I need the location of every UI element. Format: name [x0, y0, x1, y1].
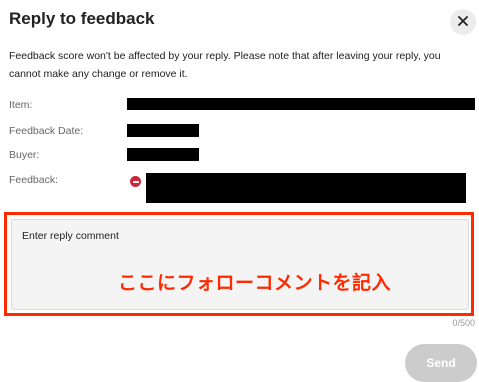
- annotation-text: ここにフォローコメントを記入: [118, 273, 392, 294]
- item-label: Item:: [9, 99, 33, 111]
- reply-comment-input[interactable]: [11, 219, 469, 310]
- dialog-title: Reply to feedback: [9, 9, 155, 28]
- buyer-label: Buyer:: [9, 149, 40, 161]
- reply-notice: Feedback score won't be affected by your…: [9, 50, 441, 80]
- item-value-redacted: [127, 98, 475, 110]
- feedback-label: Feedback:: [9, 174, 59, 186]
- feedback-date-redacted: [127, 124, 199, 137]
- send-button[interactable]: Send: [405, 344, 477, 382]
- feedback-date-label: Feedback Date:: [9, 125, 84, 137]
- negative-rating-icon: [130, 176, 141, 187]
- close-button[interactable]: [450, 9, 476, 35]
- close-icon: [458, 13, 468, 31]
- character-counter: 0/500: [452, 318, 475, 328]
- feedback-text-redacted: [146, 173, 466, 203]
- buyer-value-redacted: [127, 148, 199, 161]
